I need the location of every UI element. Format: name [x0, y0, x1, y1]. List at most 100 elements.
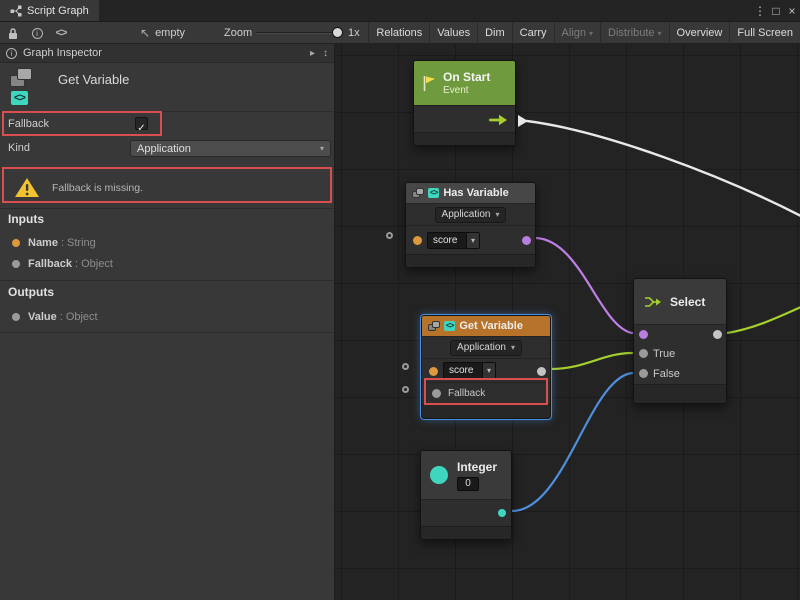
- node-integer[interactable]: Integer 0: [420, 450, 512, 540]
- node-title: Select: [670, 295, 705, 309]
- align-button[interactable]: Align▾: [554, 22, 600, 44]
- false-input-port[interactable]: [639, 369, 648, 378]
- port-row-value: Value:Object: [0, 308, 334, 326]
- object-port-icon: [12, 260, 20, 268]
- distribute-button[interactable]: Distribute▾: [600, 22, 668, 44]
- outputs-section-title: Outputs: [8, 285, 54, 299]
- close-icon[interactable]: ×: [784, 4, 800, 18]
- name-input-port[interactable]: [429, 367, 438, 376]
- dim-button[interactable]: Dim: [477, 22, 512, 44]
- code-badge-icon: <>: [11, 91, 28, 105]
- variable-name-field[interactable]: score ▾: [443, 362, 496, 379]
- chevron-down-icon: ▾: [495, 210, 499, 219]
- flow-output-port[interactable]: [518, 115, 528, 127]
- empty-label: empty: [155, 27, 185, 39]
- bool-output-port[interactable]: [522, 236, 531, 245]
- unit-header: <> Get Variable: [0, 63, 334, 112]
- fallback-checkbox[interactable]: ✓: [135, 117, 148, 130]
- carry-button[interactable]: Carry: [512, 22, 554, 44]
- unity-script-graph-window: Script Graph ⋮ □ × i <> ↖ empty Zoom 1x: [0, 0, 800, 600]
- unit-title: Get Variable: [58, 72, 129, 87]
- has-variable-name-port[interactable]: [386, 232, 393, 239]
- divider: [0, 280, 334, 281]
- node-subtitle: Event: [443, 85, 490, 96]
- code-view-icon[interactable]: <>: [50, 22, 72, 44]
- chevron-down-icon: ▾: [589, 23, 593, 44]
- info-toggle-icon[interactable]: i: [26, 22, 48, 44]
- chevron-down-icon: ▾: [511, 343, 515, 352]
- dock-icon[interactable]: ▸: [310, 48, 315, 59]
- chevron-down-icon: ▾: [482, 363, 495, 378]
- integer-type-icon: [430, 466, 448, 484]
- variables-icon: [428, 321, 440, 332]
- value-output-port[interactable]: [537, 367, 546, 376]
- node-select[interactable]: Select True False: [633, 278, 727, 404]
- check-icon: ✓: [137, 123, 145, 134]
- wire-onstart-out: [527, 121, 800, 216]
- node-title: Has Variable: [443, 187, 508, 199]
- false-port-label: False: [653, 364, 680, 384]
- node-on-start[interactable]: On Start Event: [413, 60, 516, 146]
- zoom-value: 1x: [348, 22, 360, 44]
- port-row-name: Name:String: [0, 234, 334, 252]
- get-variable-fallback-port[interactable]: [402, 386, 409, 393]
- values-button[interactable]: Values: [429, 22, 477, 44]
- node-get-variable[interactable]: <> Get Variable Application ▾ score ▾ F: [421, 315, 551, 419]
- wire-select-out: [727, 307, 800, 333]
- fullscreen-button[interactable]: Full Screen: [729, 22, 800, 44]
- toolbar-buttons: Relations Values Dim Carry Align▾ Distri…: [368, 22, 800, 44]
- warning-icon: [14, 176, 40, 199]
- kind-dropdown[interactable]: Application ▾: [435, 207, 507, 223]
- integer-value-field[interactable]: 0: [457, 477, 479, 491]
- node-has-variable[interactable]: <> Has Variable Application ▾ score ▾: [405, 182, 536, 268]
- scroll-icon[interactable]: ↕: [323, 48, 328, 59]
- menu-icon[interactable]: ⋮: [752, 4, 768, 18]
- graph-inspector-panel: i Graph Inspector ▸ ↕ <> Get Variable Fa…: [0, 44, 335, 600]
- integer-output-port[interactable]: [498, 509, 506, 517]
- script-graph-icon: [10, 5, 22, 17]
- chevron-down-icon: ▾: [466, 233, 479, 248]
- graph-pointer-status: ↖ empty: [140, 22, 185, 44]
- fallback-property-label: Fallback: [8, 114, 49, 134]
- node-title: Get Variable: [459, 320, 523, 332]
- tab-label: Script Graph: [27, 5, 89, 17]
- get-variable-name-port[interactable]: [402, 363, 409, 370]
- fallback-input-port[interactable]: [432, 389, 441, 398]
- true-input-port[interactable]: [639, 349, 648, 358]
- graph-toolbar: i <> ↖ empty Zoom 1x Relations Values Di…: [0, 22, 800, 44]
- pointer-arrow-icon: ↖: [140, 26, 150, 40]
- true-port-label: True: [653, 344, 675, 364]
- condition-input-port[interactable]: [639, 330, 648, 339]
- kind-dropdown[interactable]: Application ▾: [130, 140, 331, 157]
- overview-button[interactable]: Overview: [669, 22, 730, 44]
- zoom-knob[interactable]: [332, 27, 343, 38]
- object-port-icon: [12, 313, 20, 321]
- inputs-section-title: Inputs: [8, 212, 44, 226]
- string-port-icon: [12, 239, 20, 247]
- lock-icon[interactable]: [2, 22, 24, 44]
- relations-button[interactable]: Relations: [368, 22, 429, 44]
- chevron-down-icon: ▾: [658, 23, 662, 44]
- zoom-track: [256, 32, 340, 34]
- node-title: On Start: [443, 70, 490, 84]
- flow-arrow-icon[interactable]: [488, 114, 508, 126]
- code-badge-icon: <>: [428, 188, 439, 198]
- inspector-title: Graph Inspector: [23, 47, 102, 59]
- kind-property-label: Kind: [8, 138, 30, 158]
- zoom-slider[interactable]: [256, 22, 340, 44]
- code-badge-icon: <>: [444, 321, 455, 331]
- divider: [0, 332, 334, 333]
- selection-output-port[interactable]: [713, 330, 722, 339]
- kind-property-row: Kind Application ▾: [0, 138, 334, 158]
- wire-getvariable-to-select-true: [551, 353, 632, 369]
- port-row-fallback: Fallback:Object: [0, 255, 334, 273]
- variable-name-field[interactable]: score ▾: [427, 232, 480, 249]
- name-input-port[interactable]: [413, 236, 422, 245]
- flag-icon: [422, 75, 436, 92]
- kind-dropdown[interactable]: Application ▾: [450, 340, 522, 356]
- graph-canvas[interactable]: On Start Event <> Has Variable: [335, 44, 800, 600]
- maximize-icon[interactable]: □: [768, 4, 784, 18]
- kind-dropdown-value: Application: [137, 139, 191, 159]
- divider: [0, 208, 334, 209]
- tab-script-graph[interactable]: Script Graph: [0, 0, 99, 21]
